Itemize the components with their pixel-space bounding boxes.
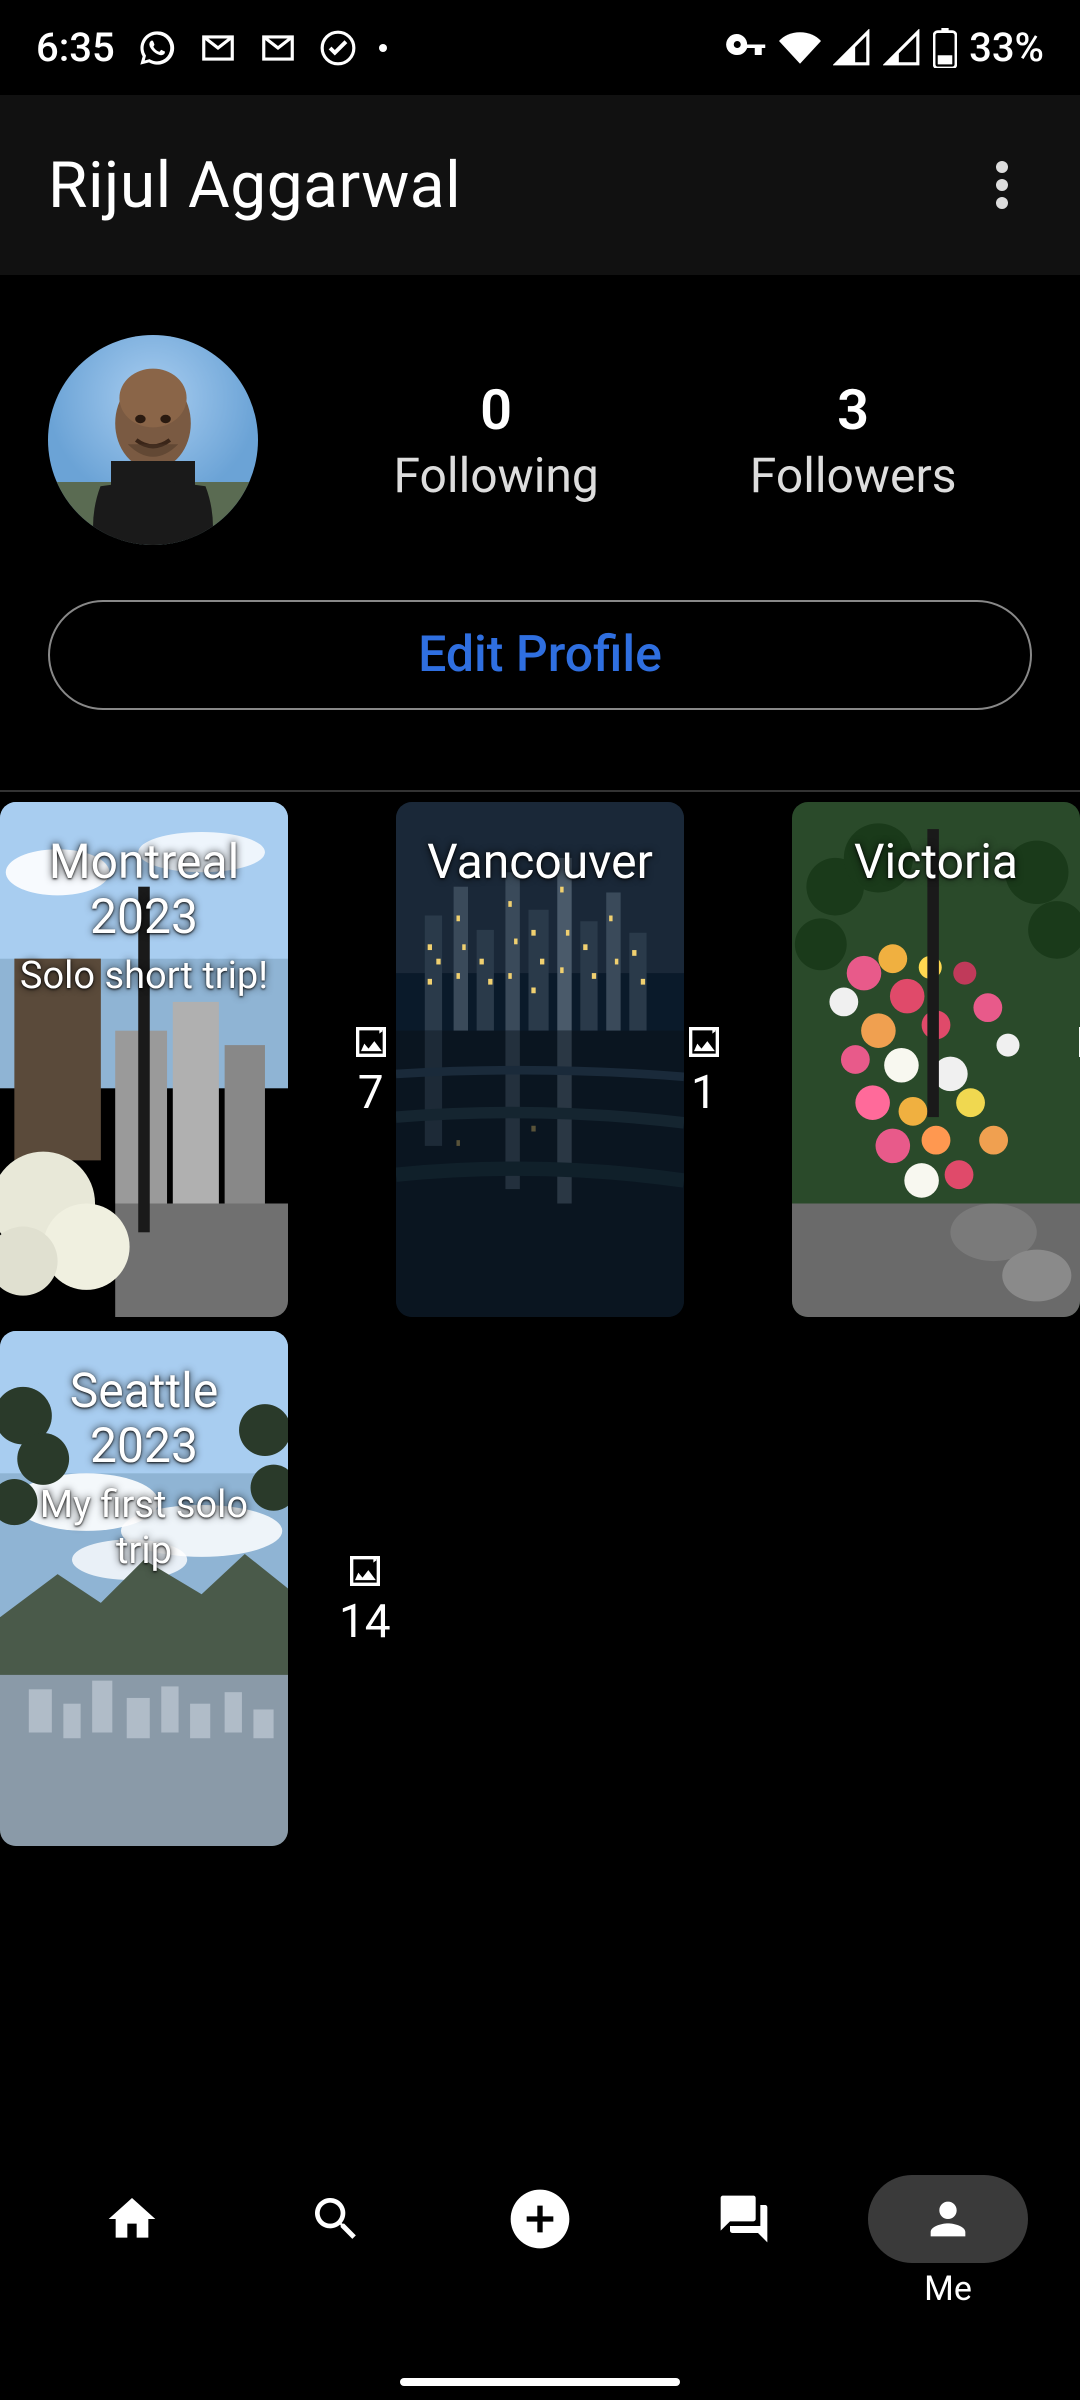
album-title: Victoria xyxy=(802,834,1070,889)
edit-profile-button[interactable]: Edit Profile xyxy=(48,600,1032,710)
followers-stat[interactable]: 3 Followers xyxy=(750,377,957,504)
more-vertical-icon xyxy=(996,161,1008,209)
edit-profile-label: Edit Profile xyxy=(418,626,662,684)
battery-percent: 33% xyxy=(969,24,1044,71)
image-icon xyxy=(351,1022,391,1062)
signal-icon xyxy=(883,29,921,67)
avatar-image xyxy=(48,335,258,545)
photo-count: 1 xyxy=(684,1066,724,1120)
signal-icon xyxy=(833,29,871,67)
nav-add[interactable] xyxy=(460,2175,620,2305)
app-bar: Rijul Aggarwal xyxy=(0,95,1080,275)
image-icon xyxy=(1074,1022,1080,1062)
whatsapp-icon xyxy=(137,28,177,68)
nav-messages[interactable] xyxy=(664,2175,824,2305)
album-subtitle: My first solo trip xyxy=(10,1483,278,1574)
photo-count-badge: 1 xyxy=(684,1022,724,1120)
chat-icon xyxy=(716,2191,772,2247)
avatar[interactable] xyxy=(48,335,258,545)
checkmark-circle-icon xyxy=(319,29,357,67)
gmail-icon xyxy=(259,29,297,67)
followers-label: Followers xyxy=(750,447,957,504)
search-icon xyxy=(308,2191,364,2247)
home-icon xyxy=(104,2191,160,2247)
nav-me[interactable]: Me xyxy=(868,2175,1028,2305)
status-bar: 6:35 33% xyxy=(0,0,1080,95)
more-options-button[interactable] xyxy=(972,155,1032,215)
nav-me-label: Me xyxy=(924,2269,972,2305)
nav-search[interactable] xyxy=(256,2175,416,2305)
gmail-icon xyxy=(199,29,237,67)
album-card[interactable]: Seattle 2023 My first solo trip 14 xyxy=(0,1331,351,1846)
status-left: 6:35 xyxy=(36,24,387,71)
album-card[interactable]: Victoria 1 xyxy=(792,802,1080,1317)
profile-section: 0 Following 3 Followers Edit Profile xyxy=(0,275,1080,740)
image-icon xyxy=(684,1022,724,1062)
battery-icon xyxy=(933,28,957,68)
status-right: 33% xyxy=(725,24,1044,71)
person-icon xyxy=(922,2193,974,2245)
image-icon xyxy=(345,1551,385,1591)
following-count: 0 xyxy=(393,377,598,443)
gesture-bar[interactable] xyxy=(400,2378,680,2386)
album-subtitle: Solo short trip! xyxy=(10,954,278,1000)
status-time: 6:35 xyxy=(36,24,115,71)
album-title: Vancouver xyxy=(406,834,674,889)
photo-count-badge: 1 xyxy=(1074,1022,1080,1120)
album-card[interactable]: Vancouver 1 xyxy=(396,802,684,1317)
bottom-nav: Me xyxy=(0,2150,1080,2330)
photo-count-badge: 7 xyxy=(351,1022,391,1120)
album-title: Seattle 2023 xyxy=(10,1363,278,1473)
albums-grid: Montreal 2023 Solo short trip! 7 xyxy=(0,792,1080,1846)
wifi-icon xyxy=(779,27,821,69)
following-stat[interactable]: 0 Following xyxy=(393,377,598,504)
nav-home[interactable] xyxy=(52,2175,212,2305)
photo-count: 1 xyxy=(1074,1066,1080,1120)
album-card[interactable]: Montreal 2023 Solo short trip! 7 xyxy=(0,802,351,1317)
followers-count: 3 xyxy=(750,377,957,443)
album-title: Montreal 2023 xyxy=(10,834,278,944)
page-title: Rijul Aggarwal xyxy=(48,148,461,223)
add-circle-icon xyxy=(508,2187,572,2251)
photo-count-badge: 14 xyxy=(339,1551,391,1649)
vpn-key-icon xyxy=(725,27,767,69)
following-label: Following xyxy=(393,447,598,504)
photo-count: 7 xyxy=(351,1066,391,1120)
dot-icon xyxy=(379,44,387,52)
photo-count: 14 xyxy=(339,1595,391,1649)
